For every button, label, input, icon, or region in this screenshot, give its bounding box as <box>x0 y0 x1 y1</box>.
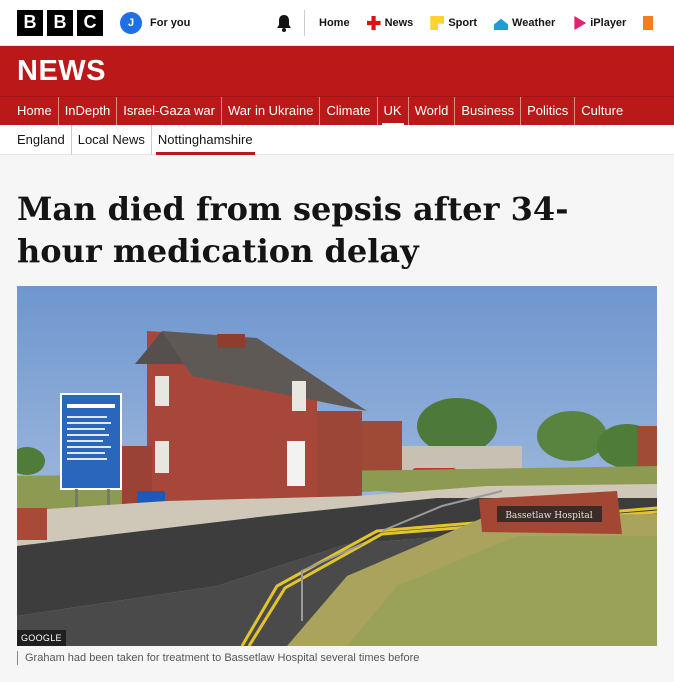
logo-letter: C <box>77 9 103 36</box>
iplayer-icon <box>574 16 587 30</box>
logo-letter: B <box>17 9 43 36</box>
nav-label: Sport <box>448 17 478 29</box>
sport-icon <box>430 16 445 30</box>
subsection-nav: England Local News Nottinghamshire <box>0 124 674 155</box>
nav-weather[interactable]: Weather <box>494 16 555 30</box>
nav-more[interactable] <box>643 16 657 30</box>
article-image[interactable]: Bassetlaw Hospital GOOGLE <box>17 286 657 646</box>
section-indepth[interactable]: InDepth <box>59 96 118 126</box>
weather-icon <box>494 18 509 30</box>
image-credit: GOOGLE <box>17 630 66 646</box>
news-icon <box>366 16 381 30</box>
section-business[interactable]: Business <box>455 96 522 126</box>
logo-letter: B <box>47 9 73 36</box>
header-divider <box>304 10 305 36</box>
nav-home[interactable]: Home <box>319 17 350 29</box>
subsection-england[interactable]: England <box>11 124 72 155</box>
section-culture[interactable]: Culture <box>575 97 629 126</box>
section-war-in-ukraine[interactable]: War in Ukraine <box>222 96 321 126</box>
nav-iplayer[interactable]: iPlayer <box>572 16 626 30</box>
nav-label: Home <box>319 17 350 29</box>
section-world[interactable]: World <box>409 96 456 126</box>
section-israel-gaza-war[interactable]: Israel-Gaza war <box>117 96 222 126</box>
article-headline: Man died from sepsis after 34-hour medic… <box>17 190 569 270</box>
nav-label: iPlayer <box>590 17 627 29</box>
nav-label: Weather <box>512 17 556 29</box>
account-button[interactable]: J For you <box>120 11 191 34</box>
image-caption: Graham had been taken for treatment to B… <box>17 651 419 665</box>
section-home[interactable]: Home <box>11 96 59 126</box>
global-nav: Home News Sport Weather iPlayer <box>319 0 674 46</box>
hospital-sign-text: Bassetlaw Hospital <box>505 511 592 521</box>
nav-label: News <box>384 17 414 29</box>
news-logo[interactable]: NEWS <box>17 55 106 88</box>
nav-news[interactable]: News <box>366 16 414 30</box>
news-banner: NEWS <box>0 46 674 96</box>
more-icon <box>643 16 654 30</box>
avatar: J <box>120 11 142 34</box>
global-header: B B C J For you Home News Sport Weather … <box>0 0 674 46</box>
nav-sport[interactable]: Sport <box>430 16 477 30</box>
hospital-photo: Bassetlaw Hospital <box>17 286 657 646</box>
section-uk[interactable]: UK <box>378 96 409 126</box>
subsection-nottinghamshire[interactable]: Nottinghamshire <box>152 125 259 155</box>
for-you-label: For you <box>150 16 191 29</box>
bbc-logo[interactable]: B B C <box>17 9 103 36</box>
subsection-local-news[interactable]: Local News <box>72 124 152 155</box>
section-nav: Home InDepth Israel-Gaza war War in Ukra… <box>0 96 674 126</box>
notifications-bell-icon[interactable] <box>276 14 292 32</box>
section-climate[interactable]: Climate <box>320 96 378 126</box>
section-politics[interactable]: Politics <box>521 96 576 126</box>
